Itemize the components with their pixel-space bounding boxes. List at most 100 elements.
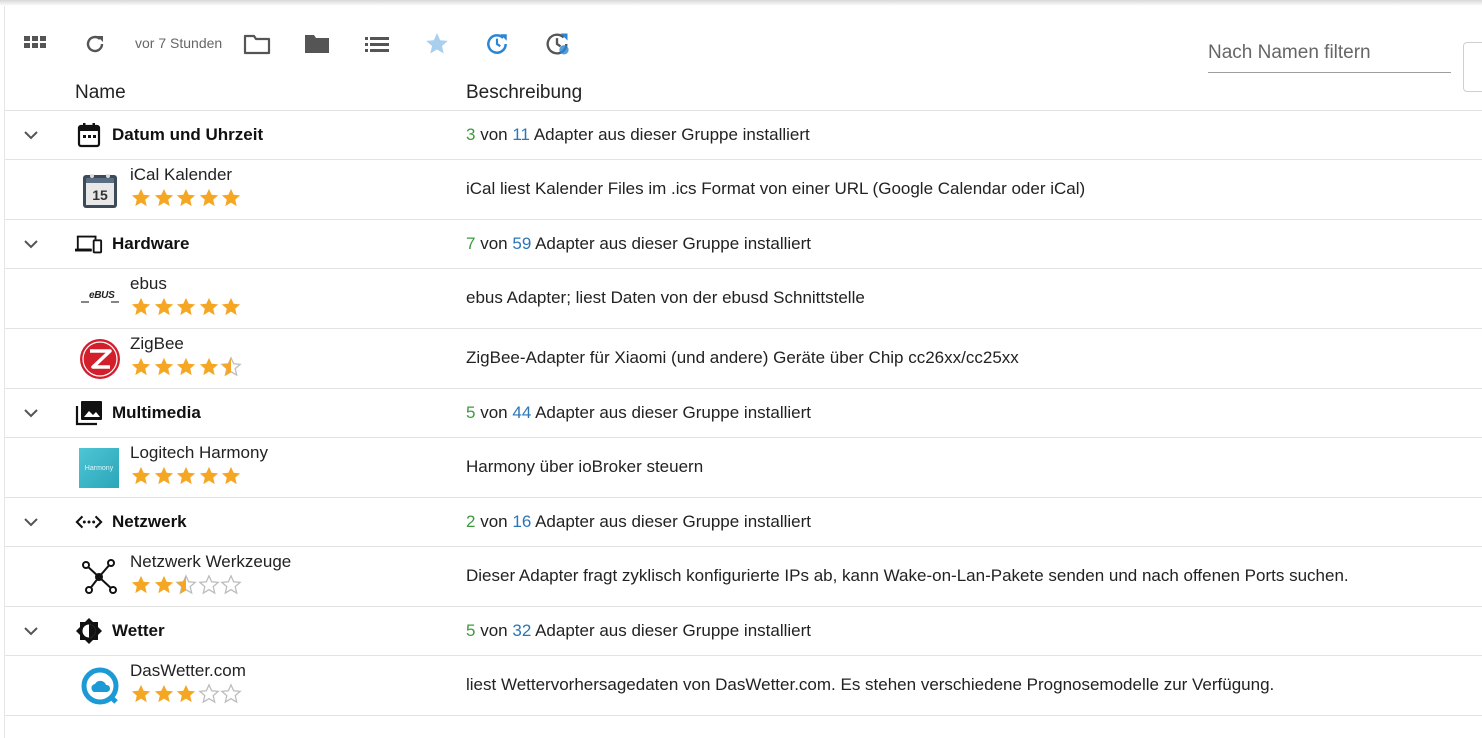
adapter-name: Netzwerk Werkzeuge <box>130 552 292 571</box>
toolbar: vor 7 Stunden <box>0 24 1482 92</box>
star-empty-icon <box>220 683 243 707</box>
adapter-name: iCal Kalender <box>130 165 233 184</box>
chevron-down-icon[interactable] <box>21 234 41 254</box>
column-header-name[interactable]: Name <box>75 82 126 104</box>
star-full-icon <box>198 296 221 320</box>
harmony-logo: Harmony <box>79 448 119 488</box>
total-count: 11 <box>512 125 531 144</box>
daswetter-logo <box>79 666 121 706</box>
adapter-name: ebus <box>130 274 167 293</box>
chevron-down-icon[interactable] <box>21 125 41 145</box>
adapter-description: ebus Adapter; liest Daten von der ebusd … <box>466 288 865 307</box>
group-title: Netzwerk <box>112 512 187 531</box>
total-count: 44 <box>512 403 532 422</box>
adapter-description: Harmony über ioBroker steuern <box>466 457 704 476</box>
star-icon[interactable] <box>423 30 451 58</box>
group-title: Multimedia <box>112 403 201 422</box>
adapter-row[interactable]: ZigBee ZigBee-Adapter für Xiaomi (und and… <box>5 329 1482 389</box>
adapter-description: liest Wettervorhersagedaten von DasWette… <box>466 675 1275 694</box>
star-full-icon <box>198 465 221 489</box>
group-row[interactable]: Wetter 5 von 32 Adapter aus dieser Gruppe… <box>5 607 1482 656</box>
star-full-icon <box>220 465 243 489</box>
star-full-icon <box>175 296 198 320</box>
star-full-icon <box>220 187 243 211</box>
rating-stars <box>130 574 243 598</box>
devices-icon <box>75 231 103 257</box>
star-full-icon <box>153 683 176 707</box>
filter-field[interactable] <box>1208 38 1451 73</box>
adapter-row[interactable]: Netzwerk Werkzeuge Dieser Adapter fragt z… <box>5 547 1482 607</box>
refresh-icon[interactable] <box>81 30 109 58</box>
star-full-icon <box>130 187 153 211</box>
von-text: von <box>480 234 508 253</box>
rating-stars <box>130 683 243 707</box>
group-summary: 5 von 32 Adapter aus dieser Gruppe insta… <box>466 621 811 641</box>
star-full-icon <box>130 296 153 320</box>
group-row[interactable]: Netzwerk 2 von 16 Adapter aus dieser Grup… <box>5 498 1482 547</box>
summary-suffix: Adapter aus dieser Gruppe installiert <box>535 403 812 422</box>
installed-count: 3 <box>466 125 476 144</box>
star-full-icon <box>198 356 221 380</box>
harmony-logo-text: Harmony <box>84 464 114 472</box>
star-half-icon <box>220 356 243 380</box>
star-full-icon <box>153 574 176 598</box>
chevron-down-icon[interactable] <box>21 403 41 423</box>
chevron-down-icon[interactable] <box>21 621 41 641</box>
star-empty-icon <box>220 574 243 598</box>
group-summary: 7 von 59 Adapter aus dieser Gruppe insta… <box>466 234 811 254</box>
von-text: von <box>480 403 508 422</box>
star-full-icon <box>220 296 243 320</box>
installed-count: 5 <box>466 621 476 640</box>
folder-icon[interactable] <box>303 30 331 58</box>
filter-input[interactable] <box>1208 38 1448 68</box>
top-shadow <box>0 0 1482 6</box>
brightness-icon <box>75 618 103 644</box>
adapter-row[interactable]: DasWetter.com liest Wettervorhersagedaten… <box>5 656 1482 716</box>
star-full-icon <box>153 356 176 380</box>
adapter-name: DasWetter.com <box>130 661 246 680</box>
installed-count: 5 <box>466 403 476 422</box>
star-full-icon <box>130 683 153 707</box>
von-text: von <box>480 512 508 531</box>
group-summary: 2 von 16 Adapter aus dieser Gruppe insta… <box>466 512 811 532</box>
group-row[interactable]: Datum und Uhrzeit 3 von 11 Adapter aus di… <box>5 111 1482 160</box>
summary-suffix: Adapter aus dieser Gruppe installiert <box>533 125 810 144</box>
star-full-icon <box>175 465 198 489</box>
star-full-icon <box>153 296 176 320</box>
group-title: Wetter <box>112 621 165 640</box>
adapter-description: Dieser Adapter fragt zyklisch konfigurie… <box>466 566 1349 585</box>
adapter-description: ZigBee-Adapter für Xiaomi (und andere) G… <box>466 348 1019 367</box>
svg-text:15: 15 <box>92 187 108 203</box>
group-row[interactable]: Multimedia 5 von 44 Adapter aus dieser Gr… <box>5 389 1482 438</box>
star-full-icon <box>130 574 153 598</box>
update-icon[interactable] <box>483 30 511 58</box>
von-text: von <box>480 125 508 144</box>
group-summary: 3 von 11 Adapter aus dieser Gruppe insta… <box>466 125 810 145</box>
ical-calendar-logo: 15 <box>79 170 121 210</box>
last-update-text: vor 7 Stunden <box>135 35 223 51</box>
adapter-row[interactable]: Harmony Logitech Harmony Harmony über ioBr… <box>5 438 1482 498</box>
network-tools-logo <box>79 557 121 597</box>
folder-outline-icon[interactable] <box>243 30 271 58</box>
star-full-icon <box>175 187 198 211</box>
rating-stars <box>130 296 243 320</box>
grid-icon[interactable] <box>21 30 49 58</box>
total-count: 59 <box>512 234 532 253</box>
star-full-icon <box>198 187 221 211</box>
adapter-name: Logitech Harmony <box>130 443 268 462</box>
network-code-icon <box>75 509 103 535</box>
star-full-icon <box>175 356 198 380</box>
group-row[interactable]: Hardware 7 von 59 Adapter aus dieser Grup… <box>5 220 1482 269</box>
von-text: von <box>480 621 508 640</box>
list-icon[interactable] <box>363 30 391 58</box>
rating-stars <box>130 356 243 380</box>
adapter-description: iCal liest Kalender Files im .ics Format… <box>466 179 1086 198</box>
adapter-row[interactable]: eBUS ebus ebus Adapter; liest Daten von de… <box>5 269 1482 329</box>
adapter-row[interactable]: 15 iCal Kalender iCal liest Kalender Files… <box>5 160 1482 220</box>
update-history-icon[interactable] <box>543 30 571 58</box>
summary-suffix: Adapter aus dieser Gruppe installiert <box>535 621 812 640</box>
total-count: 32 <box>512 621 532 640</box>
group-title: Datum und Uhrzeit <box>112 125 264 144</box>
chevron-down-icon[interactable] <box>21 512 41 532</box>
star-full-icon <box>153 187 176 211</box>
